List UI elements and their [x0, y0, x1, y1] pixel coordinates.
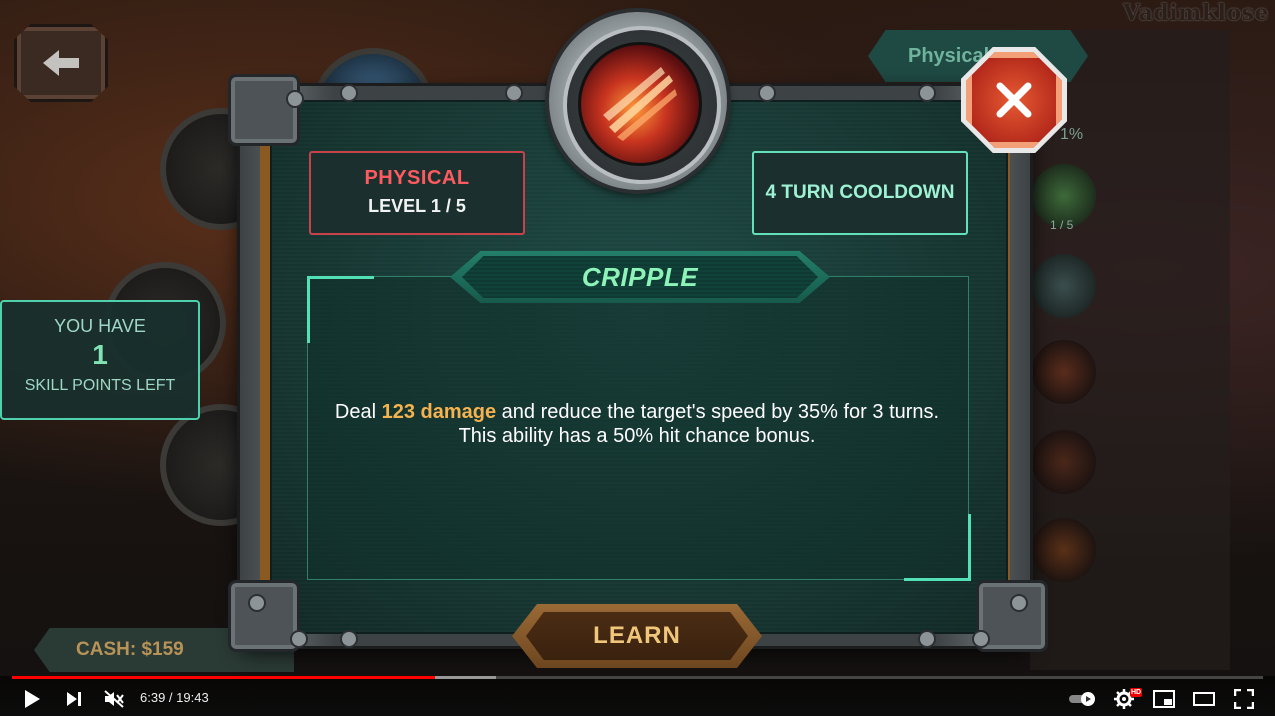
screw-icon	[972, 630, 990, 648]
learn-button-label: LEARN	[593, 622, 681, 649]
screw-icon	[286, 90, 304, 108]
skill-icon-locked[interactable]	[1032, 518, 1096, 582]
skill-level: LEVEL 1 / 5	[368, 196, 466, 216]
category-label: PHYSICAL	[364, 167, 470, 189]
progress-fill	[12, 676, 436, 679]
skill-name: CRIPPLE	[581, 261, 699, 292]
screw-icon	[1010, 594, 1028, 612]
cooldown-badge: 4 TURN COOLDOWN	[752, 151, 968, 235]
autoplay-toggle-icon	[1069, 692, 1095, 706]
skill-title-inner: CRIPPLE	[462, 256, 818, 298]
description-suffix: and reduce the target's speed by 35% for…	[458, 401, 940, 447]
arrow-left-icon	[43, 50, 79, 76]
screw-icon	[290, 630, 308, 648]
screw-icon	[918, 84, 936, 102]
fullscreen-icon	[1234, 689, 1254, 709]
cooldown-label: 4 TURN COOLDOWN	[765, 182, 955, 203]
frame-corner	[228, 580, 300, 652]
screw-icon	[918, 630, 936, 648]
hd-badge: HD	[1130, 688, 1143, 697]
next-button[interactable]	[62, 688, 86, 710]
side-percent: 1%	[1060, 126, 1084, 143]
description-prefix: Deal	[334, 401, 382, 423]
skill-icon-shield[interactable]	[1032, 254, 1096, 318]
mute-button[interactable]	[102, 688, 126, 710]
miniplayer-button[interactable]	[1152, 688, 1176, 710]
back-button[interactable]	[14, 24, 108, 102]
skill-description: Deal 123 damage and reduce the target's …	[330, 400, 944, 448]
fullscreen-button[interactable]	[1232, 688, 1256, 710]
play-icon	[25, 690, 40, 708]
close-icon	[996, 82, 1032, 118]
panel-accent	[904, 514, 971, 581]
category-badge: PHYSICAL LEVEL 1 / 5	[309, 151, 525, 235]
skill-icon-locked[interactable]	[1032, 340, 1096, 404]
cash-label: CASH: $159	[76, 639, 184, 660]
skip-next-icon	[67, 692, 81, 706]
claw-slash-icon	[578, 42, 702, 166]
skill-icon-locked[interactable]	[1032, 430, 1096, 494]
skill-points-prefix: YOU HAVE	[54, 316, 146, 336]
damage-highlight: 123 damage	[381, 401, 497, 423]
screw-icon	[340, 630, 358, 648]
game-scene: Vadimklose Physical 1% 1 / 5 CASH: $159 …	[0, 0, 1275, 676]
autoplay-toggle[interactable]	[1068, 688, 1098, 710]
time-display: 6:39 / 19:43	[140, 690, 209, 705]
theater-mode-icon	[1193, 692, 1215, 706]
skill-points-panel: YOU HAVE 1 SKILL POINTS LEFT	[0, 300, 200, 420]
screw-icon	[758, 84, 776, 102]
theater-button[interactable]	[1192, 688, 1216, 710]
play-button[interactable]	[20, 688, 44, 710]
screw-icon	[248, 594, 266, 612]
miniplayer-icon	[1153, 690, 1175, 708]
frame-corner	[228, 74, 300, 146]
panel-accent	[307, 276, 374, 343]
screw-icon	[505, 84, 523, 102]
side-skill-level: 1 / 5	[1050, 218, 1074, 232]
learn-button[interactable]: LEARN	[526, 612, 748, 660]
claw-slash-glyph	[603, 67, 677, 141]
skill-points-suffix: SKILL POINTS LEFT	[24, 377, 176, 394]
volume-muted-icon	[104, 690, 124, 708]
close-button[interactable]	[966, 52, 1062, 148]
skill-points-count: 1	[92, 339, 108, 370]
watermark: Vadimklose	[1123, 0, 1269, 26]
screw-icon	[340, 84, 358, 102]
